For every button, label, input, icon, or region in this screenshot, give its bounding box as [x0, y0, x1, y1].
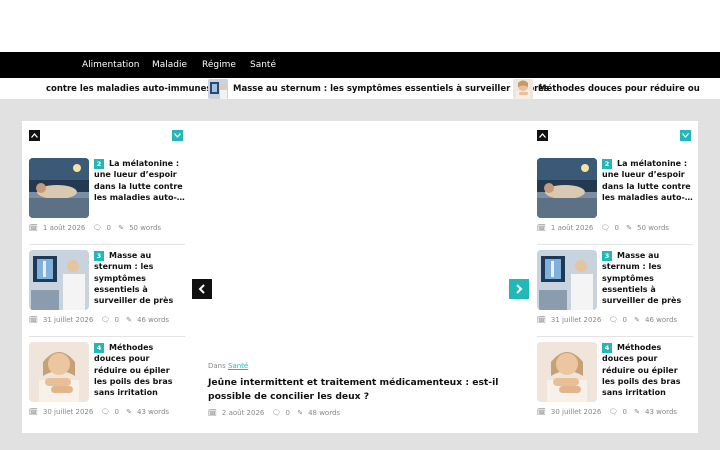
melatonin-thumb-icon [29, 158, 89, 218]
divider [537, 336, 693, 337]
item-meta: 🗓 30 juillet 2026 🗨 0 ✎ 43 words [537, 408, 697, 416]
featured-meta: 🗓 2 août 2026 🗨 0 ✎ 48 words [208, 409, 345, 417]
edit-icon: ✎ [297, 409, 304, 417]
edit-icon: ✎ [634, 316, 641, 324]
ticker-item-title: Méthodes douces pour réduire ou [538, 83, 700, 94]
ticker-item-title: contre les maladies auto-immunes [46, 83, 212, 94]
chevron-left-icon [198, 284, 205, 294]
slider-prev-button[interactable] [192, 279, 212, 299]
item-title[interactable]: Masse au sternum : les symptômes essenti… [94, 250, 185, 306]
nav-item-sante[interactable]: Santé [250, 52, 276, 78]
header-band [0, 0, 720, 52]
nav-item-maladie[interactable]: Maladie [152, 52, 187, 78]
category-prefix: Dans [208, 362, 226, 370]
featured-words: 48 words [308, 409, 341, 417]
ticker-item[interactable]: Méthodes douces pour réduire ou [513, 78, 700, 99]
chevron-up-icon[interactable] [29, 130, 40, 141]
news-ticker: contre les maladies auto-immunes Masse a… [0, 78, 720, 99]
edit-icon: ✎ [126, 408, 133, 416]
list-item[interactable]: 4 Méthodes douces pour réduire ou épiler… [537, 342, 693, 430]
chevron-up-icon[interactable] [537, 130, 548, 141]
melatonin-thumb-icon [537, 158, 597, 218]
item-date: 1 août 2026 [550, 224, 594, 232]
chevron-down-icon[interactable] [172, 130, 183, 141]
comment-icon: 🗨 [92, 224, 102, 232]
comment-icon: 🗨 [608, 408, 618, 416]
item-meta: 🗓 31 juillet 2026 🗨 0 ✎ 46 words [29, 316, 189, 324]
item-title[interactable]: Méthodes douces pour réduire ou épiler l… [602, 342, 693, 398]
divider [29, 336, 185, 337]
list-item[interactable]: 2 La mélatonine : une lueur d’espoir dan… [537, 158, 693, 246]
arms-thumb-icon [29, 342, 89, 402]
list-item[interactable]: 2 La mélatonine : une lueur d’espoir dan… [29, 158, 185, 246]
item-comments: 0 [114, 316, 119, 324]
item-meta: 🗓 31 juillet 2026 🗨 0 ✎ 46 words [537, 316, 697, 324]
main-nav: Alimentation Maladie Régime Santé [0, 52, 720, 78]
nav-item-alimentation[interactable]: Alimentation [82, 52, 139, 78]
calendar-icon: 🗓 [29, 224, 38, 232]
item-meta: 🗓 1 août 2026 🗨 0 ✎ 50 words [537, 224, 697, 232]
divider [537, 244, 693, 245]
calendar-icon: 🗓 [537, 316, 546, 324]
item-words: 43 words [645, 408, 678, 416]
comment-icon: 🗨 [600, 224, 610, 232]
calendar-icon: 🗓 [29, 316, 38, 324]
item-comments: 0 [622, 408, 627, 416]
item-words: 50 words [129, 224, 162, 232]
ticker-item-title: Masse au sternum : les symptômes essenti… [233, 83, 550, 94]
item-date: 1 août 2026 [42, 224, 86, 232]
category-link[interactable]: Santé [228, 362, 248, 370]
chevron-right-icon [516, 284, 523, 294]
comment-icon: 🗨 [100, 408, 110, 416]
calendar-icon: 🗓 [537, 224, 546, 232]
item-date: 30 juillet 2026 [550, 408, 602, 416]
list-item[interactable]: 3 Masse au sternum : les symptômes essen… [29, 250, 185, 338]
item-comments: 0 [614, 224, 619, 232]
comment-icon: 🗨 [271, 409, 281, 417]
edit-icon: ✎ [118, 224, 125, 232]
item-meta: 🗓 1 août 2026 🗨 0 ✎ 50 words [29, 224, 189, 232]
xray-thumb-icon [29, 250, 89, 310]
xray-thumb-icon [537, 250, 597, 310]
item-date: 30 juillet 2026 [42, 408, 94, 416]
featured-category: Dans Santé [208, 362, 248, 370]
item-comments: 0 [114, 408, 119, 416]
item-comments: 0 [622, 316, 627, 324]
slider-next-button[interactable] [509, 279, 529, 299]
item-meta: 🗓 30 juillet 2026 🗨 0 ✎ 43 words [29, 408, 189, 416]
item-comments: 0 [106, 224, 111, 232]
item-title[interactable]: Masse au sternum : les symptômes essenti… [602, 250, 693, 306]
arms-thumb-icon [513, 78, 533, 99]
item-words: 46 words [645, 316, 678, 324]
divider [29, 244, 185, 245]
ticker-item[interactable]: Masse au sternum : les symptômes essenti… [208, 78, 549, 99]
featured-comments: 0 [285, 409, 290, 417]
edit-icon: ✎ [634, 408, 641, 416]
chevron-down-icon[interactable] [680, 130, 691, 141]
ticker-item[interactable]: contre les maladies auto-immunes [46, 78, 211, 99]
calendar-icon: 🗓 [29, 408, 38, 416]
xray-thumb-icon [208, 78, 228, 99]
item-date: 31 juillet 2026 [550, 316, 602, 324]
calendar-icon: 🗓 [537, 408, 546, 416]
nav-item-regime[interactable]: Régime [202, 52, 236, 78]
item-words: 43 words [137, 408, 170, 416]
item-title[interactable]: Méthodes douces pour réduire ou épiler l… [94, 342, 185, 398]
item-date: 31 juillet 2026 [42, 316, 94, 324]
item-words: 50 words [637, 224, 670, 232]
item-words: 46 words [137, 316, 170, 324]
list-item[interactable]: 3 Masse au sternum : les symptômes essen… [537, 250, 693, 338]
comment-icon: 🗨 [100, 316, 110, 324]
item-title[interactable]: La mélatonine : une lueur d’espoir dans … [94, 158, 185, 203]
arms-thumb-icon [537, 342, 597, 402]
comment-icon: 🗨 [608, 316, 618, 324]
calendar-icon: 🗓 [208, 409, 217, 417]
list-item[interactable]: 4 Méthodes douces pour réduire ou épiler… [29, 342, 185, 430]
edit-icon: ✎ [126, 316, 133, 324]
featured-title[interactable]: Jeûne intermittent et traitement médicam… [208, 376, 508, 403]
item-title[interactable]: La mélatonine : une lueur d’espoir dans … [602, 158, 693, 203]
edit-icon: ✎ [626, 224, 633, 232]
featured-date: 2 août 2026 [221, 409, 265, 417]
